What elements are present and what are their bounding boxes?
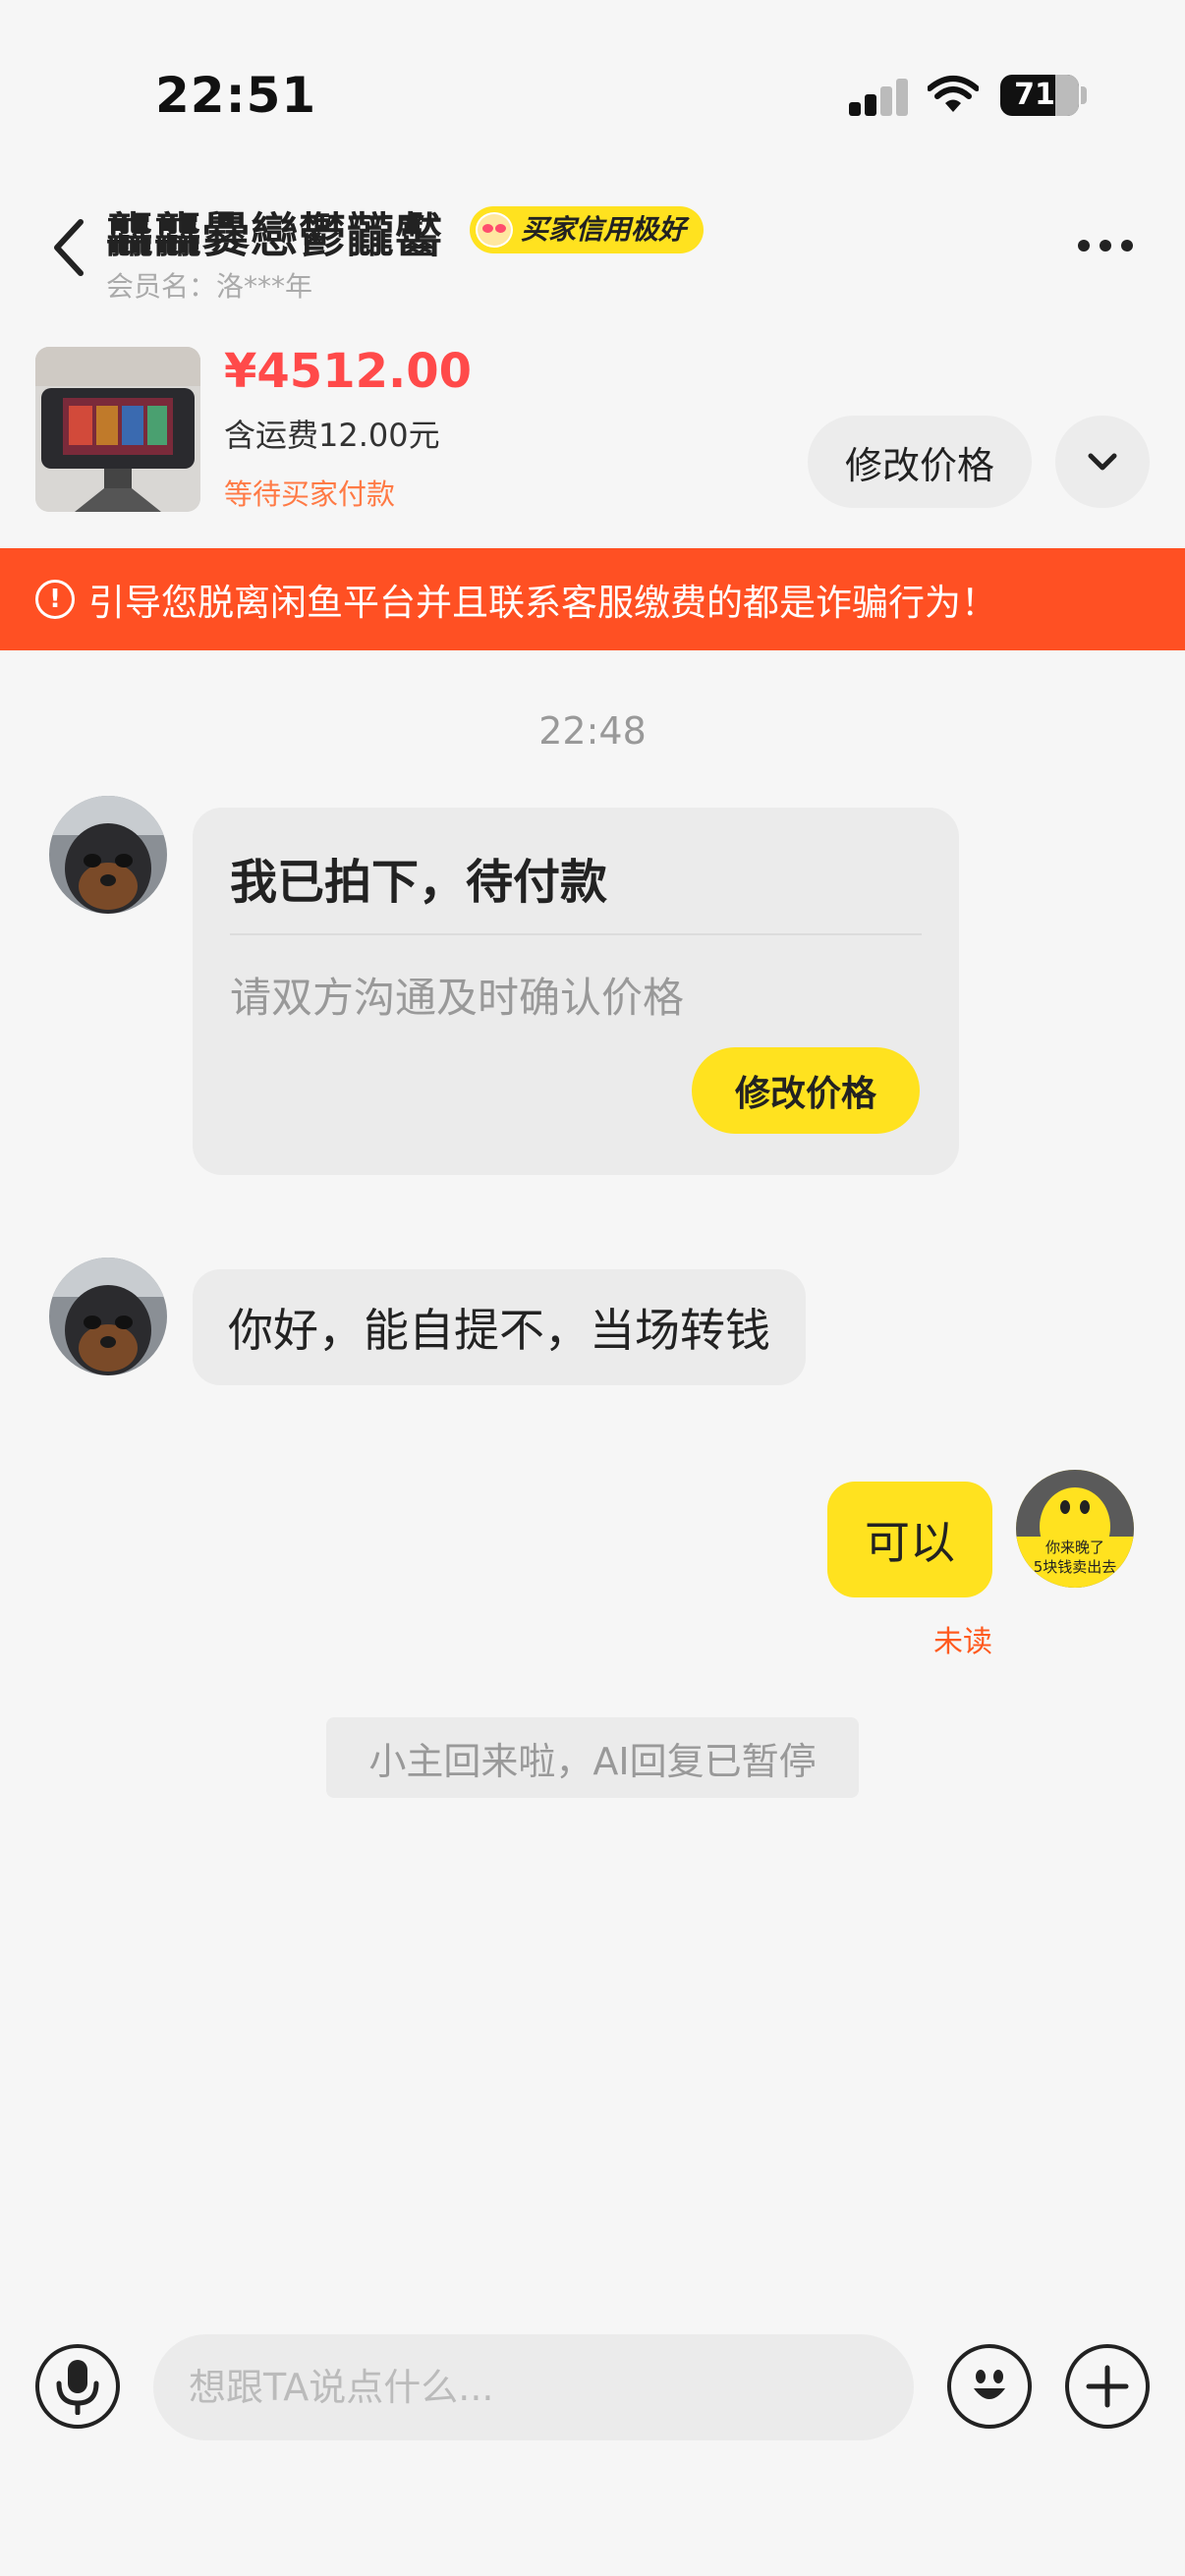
product-price: ¥4512.00 (224, 344, 473, 399)
add-button[interactable] (1065, 2344, 1150, 2429)
credit-badge-label: 买家信用极好 (521, 213, 687, 246)
battery-icon: 71 (1000, 75, 1079, 116)
chevron-down-icon (1088, 453, 1117, 471)
exclamation-circle-icon: ! (35, 580, 75, 619)
battery-level: 71 (1014, 78, 1055, 112)
wifi-icon (927, 75, 980, 114)
voice-button[interactable] (35, 2344, 120, 2429)
status-time: 22:51 (155, 67, 317, 124)
battery-nub (1081, 86, 1087, 104)
outgoing-message-bubble[interactable]: 可以 (827, 1482, 992, 1597)
emoji-button[interactable] (947, 2344, 1032, 2429)
microphone-icon (56, 2360, 99, 2415)
divider (230, 933, 922, 935)
chat-partner-name[interactable]: 龘龘爨戀鬱龖齾 (106, 196, 443, 265)
read-status: 未读 (933, 1625, 992, 1659)
plus-icon (1086, 2365, 1129, 2408)
avatar-caption-line-2: 5块钱卖出去 (1034, 1558, 1117, 1576)
edit-price-button[interactable]: 修改价格 (808, 416, 1032, 508)
chevron-left-icon (54, 219, 84, 276)
credit-badge[interactable]: 买家信用极好 (470, 206, 705, 253)
emoji-icon (974, 2370, 1005, 2399)
order-status-card: 我已拍下，待付款 请双方沟通及时确认价格 修改价格 (193, 808, 959, 1175)
message-input[interactable] (153, 2334, 914, 2440)
fraud-warning-banner: ! 引导您脱离闲鱼平台并且联系客服缴费的都是诈骗行为！ (0, 548, 1185, 650)
chat-timestamp: 22:48 (538, 709, 647, 753)
order-status: 等待买家付款 (224, 477, 396, 511)
buyer-avatar[interactable] (49, 1258, 167, 1375)
buyer-avatar[interactable] (49, 796, 167, 914)
expand-button[interactable] (1055, 416, 1150, 508)
member-name: 会员名：洛***年 (106, 270, 313, 303)
card-edit-price-button[interactable]: 修改价格 (692, 1047, 920, 1134)
system-note: 小主回来啦，AI回复已暂停 (326, 1717, 859, 1798)
incoming-message-bubble[interactable]: 你好，能自提不，当场转钱 (193, 1269, 806, 1385)
more-options-button[interactable] (1071, 224, 1140, 267)
order-card-description: 请双方沟通及时确认价格 (230, 974, 685, 1022)
fraud-warning-text: 引导您脱离闲鱼平台并且联系客服缴费的都是诈骗行为！ (88, 582, 997, 624)
my-avatar[interactable]: 你来晚了 5块钱卖出去 (1016, 1470, 1134, 1588)
avatar-caption-line-1: 你来晚了 (1045, 1539, 1104, 1556)
cellular-signal-icon (849, 77, 908, 116)
shipping-fee: 含运费12.00元 (224, 417, 440, 454)
emoji-face-icon (476, 212, 513, 248)
order-card-title: 我已拍下，待付款 (230, 855, 608, 910)
back-button[interactable] (39, 206, 98, 289)
product-thumbnail[interactable] (35, 347, 200, 512)
